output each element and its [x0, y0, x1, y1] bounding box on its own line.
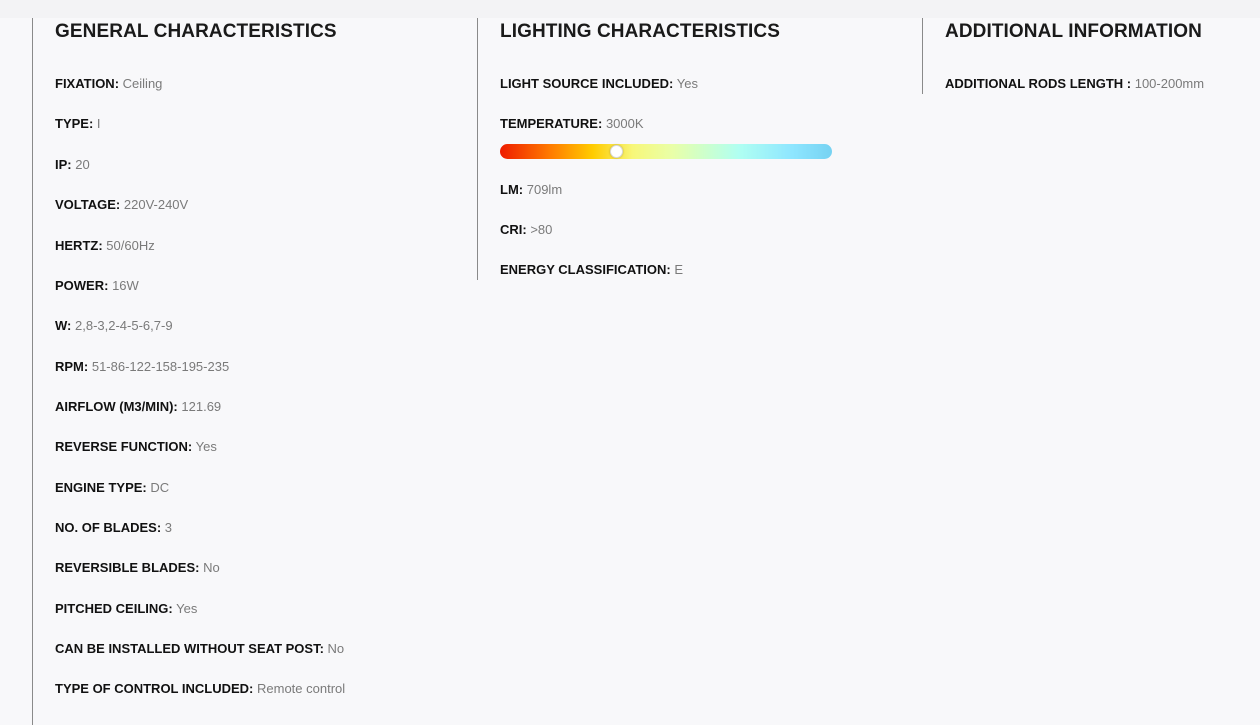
color-temperature-marker — [610, 145, 624, 158]
spec-label: TYPE OF CONTROL INCLUDED: — [55, 681, 254, 696]
spec-value: No — [327, 641, 345, 656]
spec-value: Yes — [176, 601, 198, 616]
color-temperature-scale — [500, 144, 832, 159]
additional-information-title: ADDITIONAL INFORMATION — [945, 21, 1202, 42]
spec-label: ENGINE TYPE: — [55, 480, 147, 495]
additional-information-section: ADDITIONAL INFORMATION ADDITIONAL RODS L… — [922, 18, 1260, 94]
spec-row-temperature: TEMPERATURE: 3000K — [500, 116, 644, 132]
general-characteristics-title: GENERAL CHARACTERISTICS — [55, 21, 337, 42]
spec-value: E — [674, 262, 683, 277]
spec-row-cri: CRI: >80 — [500, 222, 552, 238]
spec-label: REVERSIBLE BLADES: — [55, 560, 200, 575]
spec-value: Ceiling — [122, 76, 163, 91]
spec-label: FIXATION: — [55, 76, 120, 91]
spec-value: 51-86-122-158-195-235 — [91, 359, 230, 374]
spec-row-ip: IP: 20 — [55, 157, 90, 173]
spec-value: 16W — [112, 278, 139, 293]
spec-value: I — [96, 116, 101, 131]
spec-row-rpm: RPM: 51-86-122-158-195-235 — [55, 359, 229, 375]
spec-row-w: W: 2,8-3,2-4-5-6,7-9 — [55, 318, 173, 334]
spec-label: ADDITIONAL RODS LENGTH : — [945, 76, 1132, 91]
spec-row-power: POWER: 16W — [55, 278, 139, 294]
spec-row-blades: NO. OF BLADES: 3 — [55, 520, 172, 536]
spec-label: NO. OF BLADES: — [55, 520, 162, 535]
spec-value: Yes — [195, 439, 217, 454]
spec-value: 100-200mm — [1134, 76, 1205, 91]
spec-row-type: TYPE: I — [55, 116, 101, 132]
spec-value: 50/60Hz — [106, 238, 155, 253]
spec-row-engine-type: ENGINE TYPE: DC — [55, 480, 169, 496]
spec-label: W: — [55, 318, 72, 333]
spec-label: ENERGY CLASSIFICATION: — [500, 262, 671, 277]
lighting-characteristics-section: LIGHTING CHARACTERISTICS LIGHT SOURCE IN… — [477, 18, 922, 280]
general-characteristics-section: GENERAL CHARACTERISTICS FIXATION: Ceilin… — [32, 18, 477, 725]
spec-row-rods-length: ADDITIONAL RODS LENGTH : 100-200mm — [945, 76, 1204, 92]
spec-value: DC — [150, 480, 170, 495]
spec-label: AIRFLOW (M3/MIN): — [55, 399, 178, 414]
spec-row-energy-class: ENERGY CLASSIFICATION: E — [500, 262, 683, 278]
spec-label: HERTZ: — [55, 238, 103, 253]
spec-label: CAN BE INSTALLED WITHOUT SEAT POST: — [55, 641, 324, 656]
spec-value: 3 — [164, 520, 173, 535]
spec-row-control-type: TYPE OF CONTROL INCLUDED: Remote control — [55, 681, 345, 697]
spec-value: 121.69 — [181, 399, 222, 414]
spec-label: IP: — [55, 157, 72, 172]
spec-label: PITCHED CEILING: — [55, 601, 173, 616]
spec-row-reversible-blades: REVERSIBLE BLADES: No — [55, 560, 220, 576]
spec-value: 709lm — [526, 182, 563, 197]
spec-row-pitched-ceiling: PITCHED CEILING: Yes — [55, 601, 197, 617]
spec-value: 3000K — [605, 116, 644, 131]
spec-row-hertz: HERTZ: 50/60Hz — [55, 238, 155, 254]
top-band — [0, 0, 1260, 18]
spec-label: TYPE: — [55, 116, 94, 131]
spec-row-voltage: VOLTAGE: 220V-240V — [55, 197, 188, 213]
spec-row-airflow: AIRFLOW (M3/MIN): 121.69 — [55, 399, 221, 415]
spec-value: 20 — [75, 157, 90, 172]
spec-row-seat-post: CAN BE INSTALLED WITHOUT SEAT POST: No — [55, 641, 344, 657]
spec-label: RPM: — [55, 359, 89, 374]
spec-row-light-source: LIGHT SOURCE INCLUDED: Yes — [500, 76, 698, 92]
spec-row-lm: LM: 709lm — [500, 182, 562, 198]
spec-label: VOLTAGE: — [55, 197, 121, 212]
lighting-characteristics-title: LIGHTING CHARACTERISTICS — [500, 21, 781, 42]
spec-value: >80 — [530, 222, 553, 237]
spec-row-fixation: FIXATION: Ceiling — [55, 76, 162, 92]
spec-value: No — [203, 560, 220, 575]
spec-value: Yes — [676, 76, 698, 91]
spec-value: 2,8-3,2-4-5-6,7-9 — [75, 318, 173, 333]
spec-label: CRI: — [500, 222, 527, 237]
spec-label: POWER: — [55, 278, 109, 293]
spec-value: 220V-240V — [123, 197, 189, 212]
spec-label: TEMPERATURE: — [500, 116, 603, 131]
spec-label: REVERSE FUNCTION: — [55, 439, 193, 454]
spec-label: LIGHT SOURCE INCLUDED: — [500, 76, 674, 91]
spec-value: Remote control — [257, 681, 346, 696]
spec-row-reverse-function: REVERSE FUNCTION: Yes — [55, 439, 217, 455]
spec-label: LM: — [500, 182, 524, 197]
